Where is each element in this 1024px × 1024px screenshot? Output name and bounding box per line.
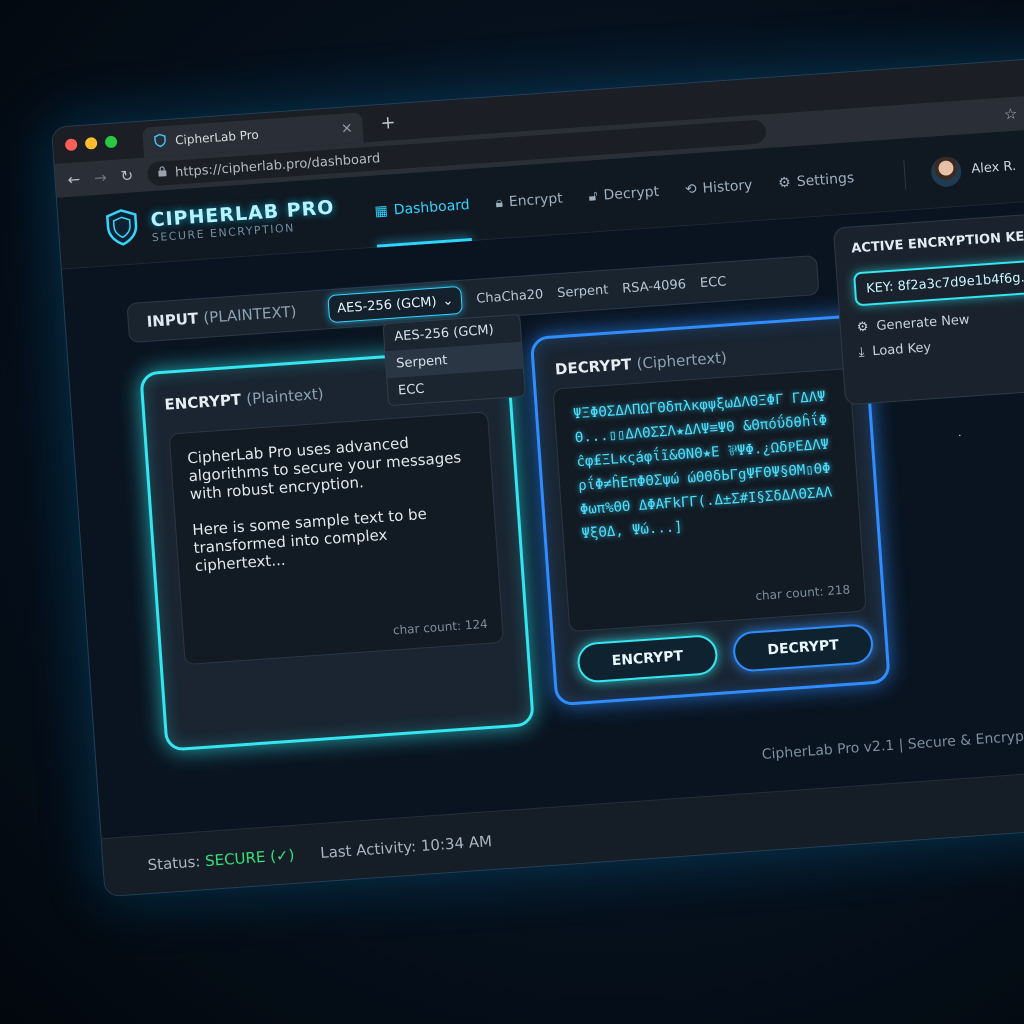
encrypt-title-sub: (Plaintext) xyxy=(245,384,325,409)
decrypt-panel: DECRYPT (Ciphertext) ΨΞΦΘΣΔΛΠΩΓΘδπλκφψξω… xyxy=(529,313,891,707)
url-text: https://cipherlab.pro/dashboard xyxy=(174,150,381,181)
status-badge: SECURE (✓) xyxy=(204,845,295,870)
load-key-button[interactable]: ⤓ Load Key xyxy=(858,330,1024,361)
selected-algorithm: AES-256 (GCM) xyxy=(336,294,438,317)
back-arrow-icon[interactable]: ← xyxy=(67,170,81,189)
key-field[interactable]: KEY: 8f2a3c7d9e1b4f6g... xyxy=(853,256,1024,307)
algo-option-serpent[interactable]: Serpent xyxy=(557,282,609,301)
minimize-window-button[interactable] xyxy=(84,136,98,150)
input-label-text: INPUT xyxy=(146,309,199,331)
maximize-window-button[interactable] xyxy=(104,135,118,149)
nav-settings-label: Settings xyxy=(796,169,855,190)
tab-close-icon[interactable]: × xyxy=(340,120,353,137)
last-activity: Last Activity: 10:34 AM xyxy=(319,831,493,862)
algorithm-select[interactable]: AES-256 (GCM) ⌄ xyxy=(327,285,464,324)
decrypt-button[interactable]: DECRYPT xyxy=(731,623,875,673)
nav-decrypt[interactable]: 🔓︎ Decrypt xyxy=(586,155,661,232)
stage: CipherLab Pro × + ← → ↻ https://cipherla… xyxy=(0,0,1024,1024)
ciphertext-output[interactable]: ΨΞΦΘΣΔΛΠΩΓΘδπλκφψξωΔΛΘΞΦΓ ΓΔΛΨΘ...▯▯ΔΛΘΣ… xyxy=(552,367,867,633)
avatar xyxy=(930,155,963,188)
browser-window: CipherLab Pro × + ← → ↻ https://cipherla… xyxy=(52,55,1024,897)
lock-icon xyxy=(157,165,168,182)
nav-dashboard[interactable]: ▦ Dashboard xyxy=(372,169,472,247)
algorithm-dropdown: AES-256 (GCM) Serpent ECC xyxy=(382,313,526,407)
chevron-down-icon: ⌄ xyxy=(441,292,454,309)
address-bar-actions: ☆ xyxy=(1003,102,1024,124)
download-icon: ⤓ xyxy=(858,344,865,361)
gear-icon: ⚙ xyxy=(856,319,870,336)
encrypt-panel-title: ENCRYPT (Plaintext) xyxy=(164,385,324,414)
plaintext-char-count: char count: 124 xyxy=(392,616,489,638)
unlock-icon: 🔓︎ xyxy=(588,187,599,205)
ciphertext-char-count: char count: 218 xyxy=(754,582,851,604)
forward-arrow-icon[interactable]: → xyxy=(94,168,108,187)
nav-history-label: History xyxy=(702,176,753,197)
status-text: Status: SECURE (✓) xyxy=(147,845,295,873)
generate-key-button[interactable]: ⚙ Generate New xyxy=(856,305,1024,336)
shield-icon xyxy=(153,133,168,151)
status-label: Status: xyxy=(146,851,201,874)
gear-icon: ⚙ xyxy=(777,174,792,191)
plaintext-input[interactable]: CipherLab Pro uses advanced algorithms t… xyxy=(168,411,505,666)
nav-decrypt-label: Decrypt xyxy=(603,183,660,204)
active-key-panel: ACTIVE ENCRYPTION KEY KEY: 8f2a3c7d9e1b4… xyxy=(832,209,1024,406)
encrypt-title-text: ENCRYPT xyxy=(163,390,242,414)
input-label: INPUT (PLAINTEXT) xyxy=(146,302,297,330)
bookmark-star-icon[interactable]: ☆ xyxy=(1003,105,1018,124)
decrypt-title-text: DECRYPT xyxy=(554,355,633,379)
decrypt-title-sub: (Ciphertext) xyxy=(636,348,728,373)
user-name: Alex R. xyxy=(970,158,1017,177)
history-clock-icon: ⟲ xyxy=(684,180,698,198)
reload-icon[interactable]: ↻ xyxy=(120,166,134,185)
input-label-sub: (PLAINTEXT) xyxy=(202,302,297,327)
load-key-label: Load Key xyxy=(871,340,932,360)
ciphertext-text: ΨΞΦΘΣΔΛΠΩΓΘδπλκφψξωΔΛΘΞΦΓ ΓΔΛΨΘ...▯▯ΔΛΘΣ… xyxy=(572,388,833,543)
user-menu[interactable]: Alex R. ⌄ xyxy=(903,149,1024,190)
close-window-button[interactable] xyxy=(64,138,78,152)
new-tab-button[interactable]: + xyxy=(380,112,397,134)
algo-option-ecc[interactable]: ECC xyxy=(699,274,726,291)
shield-logo-icon xyxy=(104,207,141,251)
dashboard-grid-icon: ▦ xyxy=(374,202,389,220)
nav-encrypt-label: Encrypt xyxy=(508,190,564,210)
brand: CIPHERLAB PRO SECURE ENCRYPTION xyxy=(104,190,376,251)
nav-history[interactable]: ⟲ History xyxy=(682,149,754,226)
plaintext-text: CipherLab Pro uses advanced algorithms t… xyxy=(186,433,462,576)
decrypt-panel-title: DECRYPT (Ciphertext) xyxy=(554,349,727,379)
generate-key-label: Generate New xyxy=(875,312,971,334)
nav-dashboard-label: Dashboard xyxy=(393,196,471,218)
lock-icon: 🔒︎ xyxy=(494,194,504,211)
key-panel-title: ACTIVE ENCRYPTION KEY xyxy=(850,228,1024,257)
tab-title: CipherLab Pro xyxy=(174,127,260,148)
encrypt-button[interactable]: ENCRYPT xyxy=(576,633,719,684)
nav-settings[interactable]: ⚙ Settings xyxy=(776,142,857,219)
algo-option-rsa[interactable]: RSA-4096 xyxy=(622,277,687,296)
encrypt-panel: ENCRYPT (Plaintext) CipherLab Pro uses a… xyxy=(139,346,535,752)
nav-encrypt[interactable]: 🔒︎ Encrypt xyxy=(493,162,565,239)
algo-option-chacha20[interactable]: ChaCha20 xyxy=(476,287,544,307)
